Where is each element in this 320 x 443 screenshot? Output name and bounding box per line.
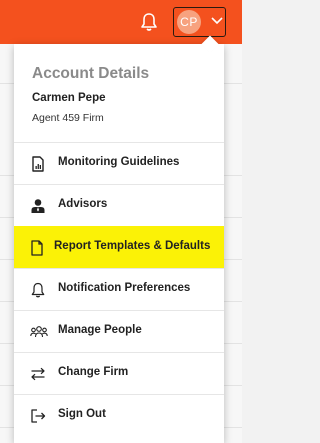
menu-item-label: Change Firm: [58, 366, 129, 378]
bell-icon[interactable]: [140, 12, 158, 32]
account-dropdown: Account Details Carmen Pepe Agent 459 Fi…: [14, 35, 224, 443]
user-menu-button[interactable]: CP: [173, 7, 226, 37]
menu-item-advisors[interactable]: Advisors: [14, 184, 224, 226]
chevron-down-icon: [211, 17, 223, 25]
menu-item-label: Notification Preferences: [58, 282, 191, 294]
swap-arrows-icon: [31, 367, 45, 381]
people-icon: [30, 326, 48, 338]
account-header: Account Details Carmen Pepe Agent 459 Fi…: [14, 44, 224, 142]
advisor-person-icon: [31, 199, 45, 213]
menu-item-report-templates[interactable]: Report Templates & Defaults: [14, 226, 224, 268]
menu-item-label: Advisors: [58, 198, 108, 210]
user-firm: Agent 459 Firm: [32, 112, 104, 124]
menu-item-label: Sign Out: [58, 408, 106, 420]
sign-out-icon: [31, 409, 46, 423]
menu-item-label: Report Templates & Defaults: [54, 240, 211, 252]
menu-item-change-firm[interactable]: Change Firm: [14, 352, 224, 394]
menu-item-monitoring-guidelines[interactable]: Monitoring Guidelines: [14, 142, 224, 184]
menu-item-sign-out[interactable]: Sign Out: [14, 394, 224, 436]
account-details-title: Account Details: [32, 65, 150, 82]
menu-item-manage-people[interactable]: Manage People: [14, 310, 224, 352]
avatar: CP: [177, 10, 201, 34]
document-icon: [31, 240, 43, 256]
document-chart-icon: [32, 156, 44, 172]
top-bar: CP: [0, 0, 242, 44]
user-name: Carmen Pepe: [32, 92, 106, 104]
menu-item-label: Monitoring Guidelines: [58, 156, 180, 168]
menu-item-notification-preferences[interactable]: Notification Preferences: [14, 268, 224, 310]
menu-item-label: Manage People: [58, 324, 142, 336]
bell-icon: [31, 282, 45, 298]
